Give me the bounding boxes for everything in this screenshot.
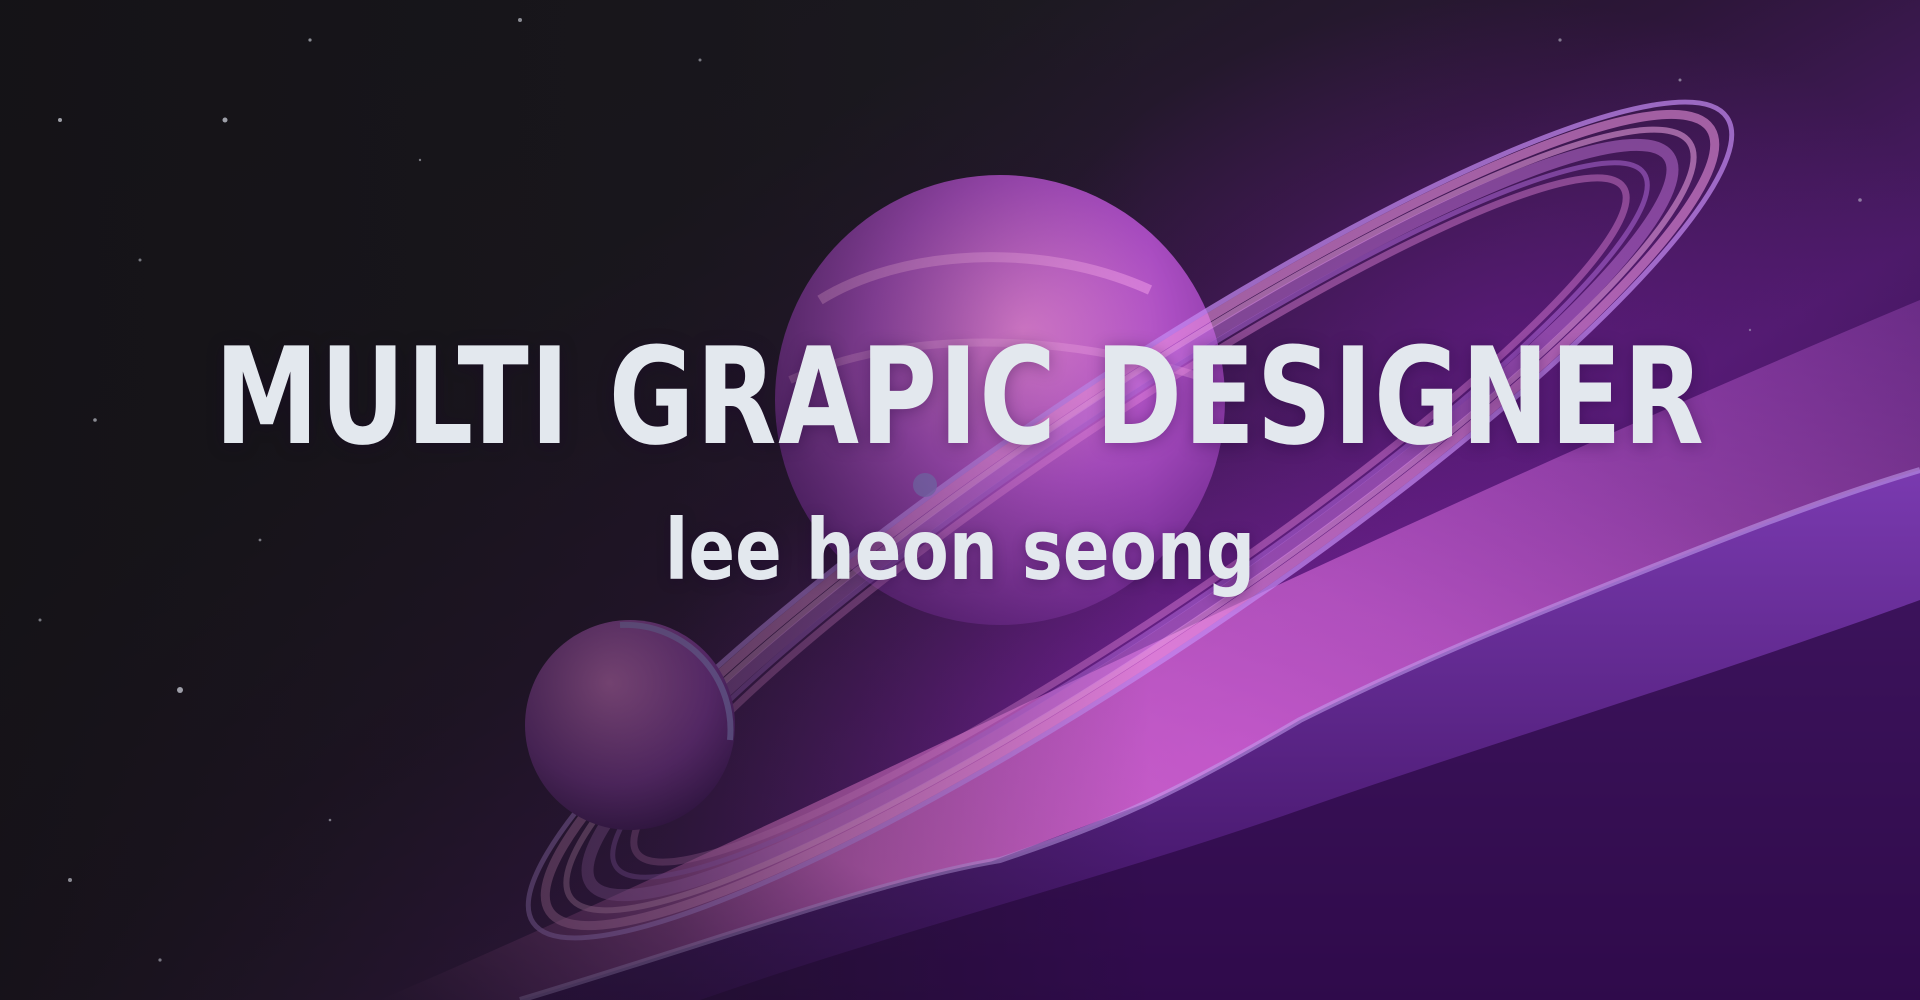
hero-title-block: MULTI GRAPIC DESIGNER lee heon seong bbox=[0, 330, 1920, 592]
hero-banner: MULTI GRAPIC DESIGNER lee heon seong bbox=[0, 0, 1920, 1000]
hero-subtitle: lee heon seong bbox=[664, 501, 1256, 599]
hero-headline: MULTI GRAPIC DESIGNER bbox=[214, 319, 1706, 475]
